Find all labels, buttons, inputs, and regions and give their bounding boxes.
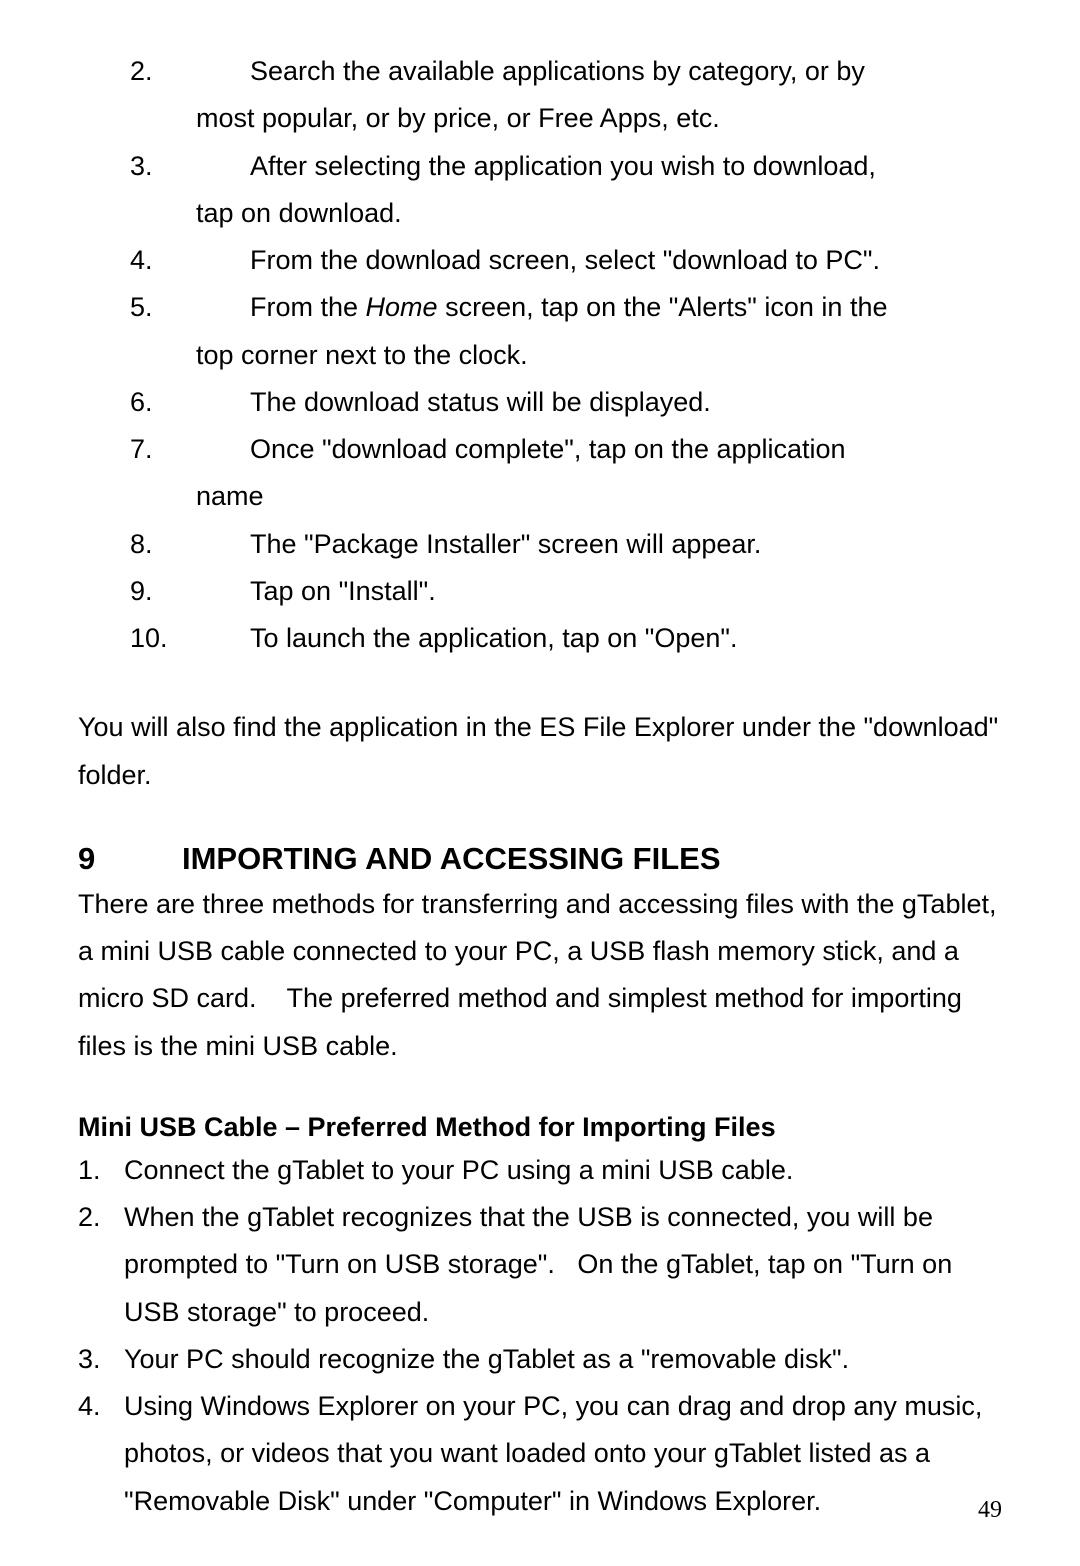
item-number: 3. <box>130 143 250 190</box>
list-item: 8. The "Package Installer" screen will a… <box>130 521 1002 568</box>
item-text: Using Windows Explorer on your PC, you c… <box>124 1383 1002 1525</box>
list-item: 3. After selecting the application you w… <box>130 143 1002 190</box>
item-number: 8. <box>130 521 250 568</box>
list-item: 4. Using Windows Explorer on your PC, yo… <box>78 1383 1002 1525</box>
item-number: 7. <box>130 426 250 473</box>
item-text: From the download screen, select "downlo… <box>250 237 1002 284</box>
item-text: The download status will be displayed. <box>250 379 1002 426</box>
ordered-list-2: 1. Connect the gTablet to your PC using … <box>78 1147 1002 1525</box>
list-item: 10. To launch the application, tap on "O… <box>130 615 1002 662</box>
section-title: IMPORTING AND ACCESSING FILES <box>182 841 721 876</box>
item-text: Connect the gTablet to your PC using a m… <box>124 1147 1002 1194</box>
item-text: When the gTablet recognizes that the USB… <box>124 1194 1002 1336</box>
list-item-continuation: top corner next to the clock. <box>130 332 1002 379</box>
section-number: 9 <box>78 841 182 877</box>
subsection-heading: Mini USB Cable – Preferred Method for Im… <box>78 1112 1002 1143</box>
item-number: 4. <box>78 1383 124 1525</box>
list-item: 2. Search the available applications by … <box>130 48 1002 95</box>
item-text: Tap on "Install". <box>250 568 1002 615</box>
item-number: 2. <box>78 1194 124 1336</box>
item-number: 6. <box>130 379 250 426</box>
list-item: 6. The download status will be displayed… <box>130 379 1002 426</box>
item-number: 2. <box>130 48 250 95</box>
list-item: 1. Connect the gTablet to your PC using … <box>78 1147 1002 1194</box>
paragraph-note: You will also find the application in th… <box>78 704 1002 799</box>
item-number: 3. <box>78 1336 124 1383</box>
list-item: 3. Your PC should recognize the gTablet … <box>78 1336 1002 1383</box>
list-item: 5. From the Home screen, tap on the "Ale… <box>130 284 1002 331</box>
page-number: 49 <box>978 1497 1002 1524</box>
ordered-list-1: 2. Search the available applications by … <box>130 48 1002 662</box>
item-number: 1. <box>78 1147 124 1194</box>
list-item: 2. When the gTablet recognizes that the … <box>78 1194 1002 1336</box>
item-text: Your PC should recognize the gTablet as … <box>124 1336 1002 1383</box>
item-number: 5. <box>130 284 250 331</box>
item-continuation: most popular, or by price, or Free Apps,… <box>196 95 1002 142</box>
item-text: The "Package Installer" screen will appe… <box>250 521 1002 568</box>
item-text: Once "download complete", tap on the app… <box>250 426 1002 473</box>
item-number: 10. <box>130 615 250 662</box>
item-text: To launch the application, tap on "Open"… <box>250 615 1002 662</box>
item-number: 9. <box>130 568 250 615</box>
list-item-continuation: most popular, or by price, or Free Apps,… <box>130 95 1002 142</box>
section-intro: There are three methods for transferring… <box>78 881 1002 1070</box>
item-text: From the Home screen, tap on the "Alerts… <box>250 284 1002 331</box>
list-item: 7. Once "download complete", tap on the … <box>130 426 1002 473</box>
item-continuation: tap on download. <box>196 190 1002 237</box>
list-item: 9. Tap on "Install". <box>130 568 1002 615</box>
list-item: 4. From the download screen, select "dow… <box>130 237 1002 284</box>
item-continuation: top corner next to the clock. <box>196 332 1002 379</box>
list-item-continuation: tap on download. <box>130 190 1002 237</box>
item-continuation: name <box>196 473 1002 520</box>
section-heading: 9IMPORTING AND ACCESSING FILES <box>78 841 1002 877</box>
list-item-continuation: name <box>130 473 1002 520</box>
item-number: 4. <box>130 237 250 284</box>
item-text: Search the available applications by cat… <box>250 48 1002 95</box>
item-text: After selecting the application you wish… <box>250 143 1002 190</box>
